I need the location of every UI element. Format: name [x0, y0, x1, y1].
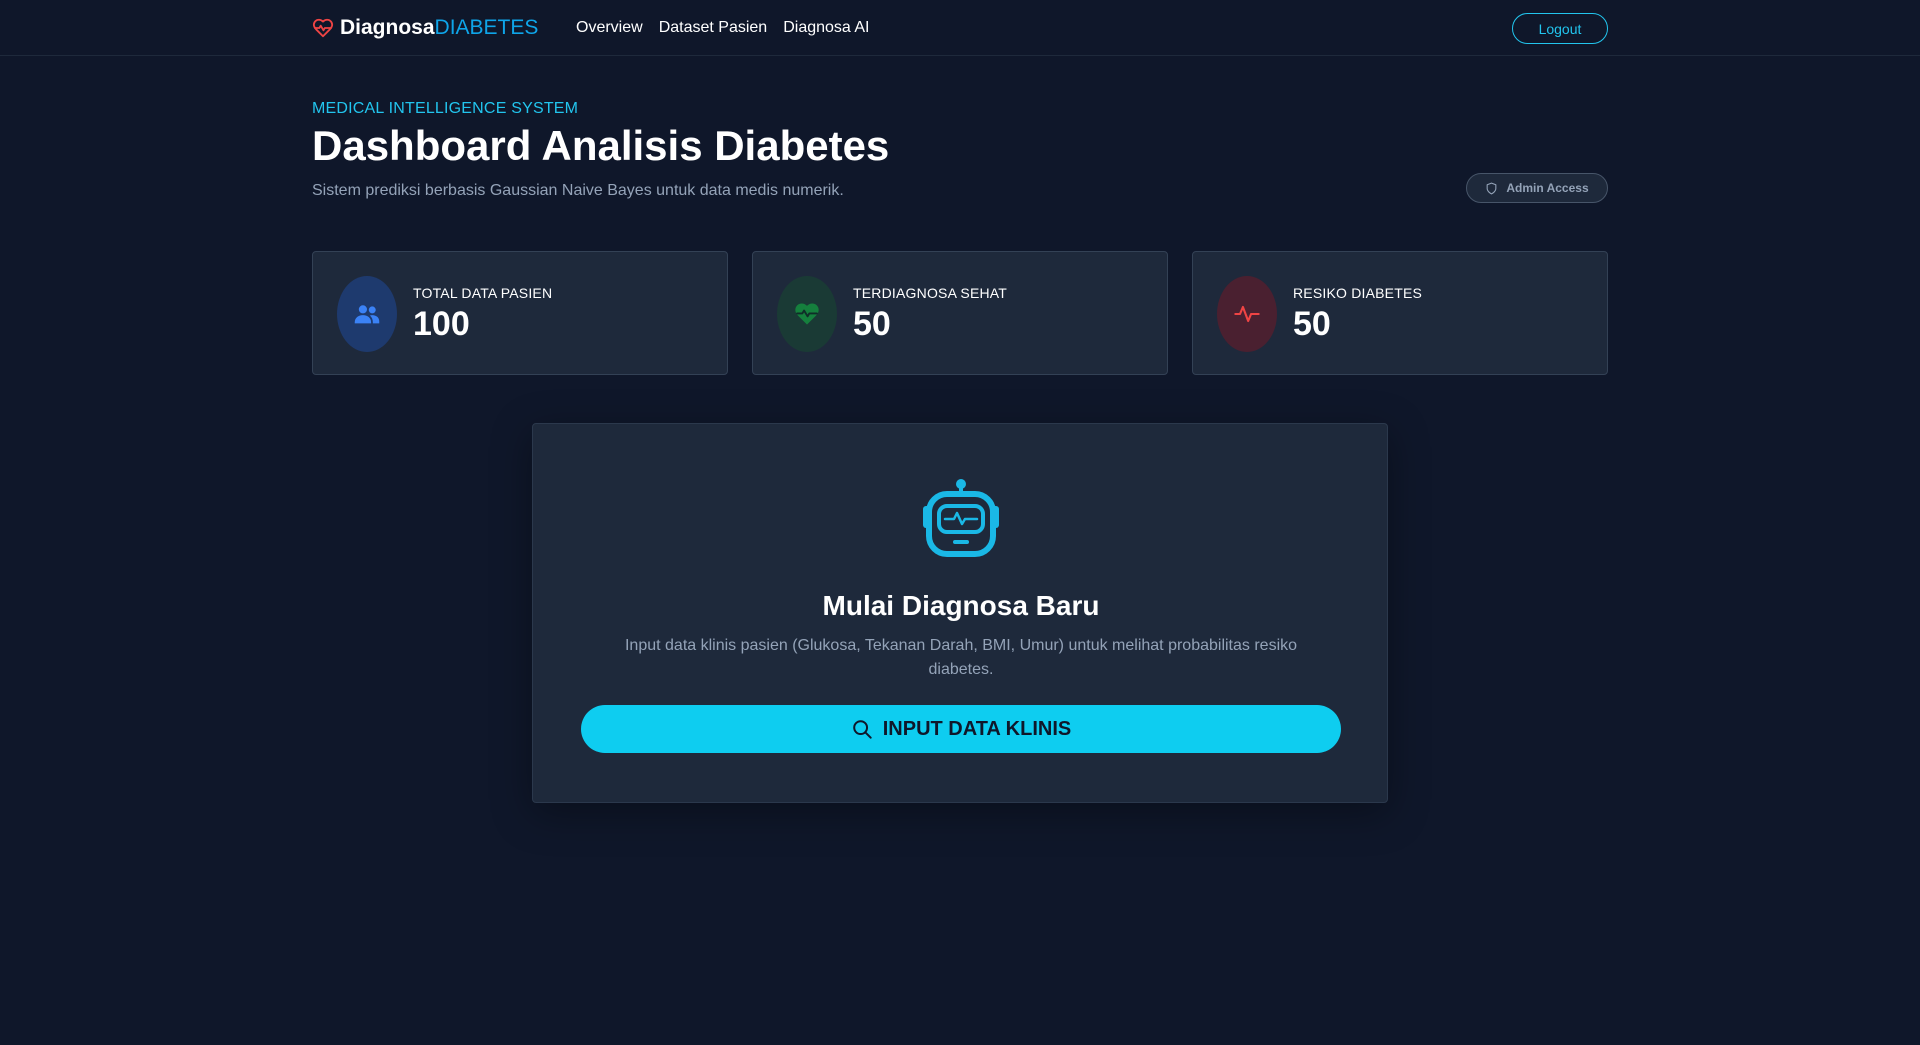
heart-pulse-icon: [795, 303, 819, 325]
page-title: Dashboard Analisis Diabetes: [312, 122, 890, 169]
stat-icon-wrap: [777, 276, 837, 352]
stat-card-total-pasien: TOTAL DATA PASIEN 100: [312, 251, 728, 375]
stat-label: TERDIAGNOSA SEHAT: [853, 285, 1008, 301]
users-icon: [354, 305, 380, 324]
logout-button[interactable]: Logout: [1512, 13, 1608, 44]
input-data-klinis-label: INPUT DATA KLINIS: [882, 717, 1072, 740]
search-icon: [852, 720, 872, 739]
page-eyebrow: MEDICAL INTELLIGENCE SYSTEM: [312, 100, 579, 117]
stat-label: TOTAL DATA PASIEN: [413, 285, 553, 301]
navbar: Diagnosa DIABETES Overview Dataset Pasie…: [0, 0, 1920, 56]
brand-name: Diagnosa: [340, 16, 435, 39]
stat-value: 50: [1293, 305, 1331, 343]
heart-pulse-icon: [312, 18, 334, 38]
stat-card-terdiagnosa-sehat: TERDIAGNOSA SEHAT 50: [752, 251, 1168, 375]
brand-logo[interactable]: Diagnosa DIABETES: [312, 16, 538, 40]
diagnosa-card: Mulai Diagnosa Baru Input data klinis pa…: [532, 423, 1388, 803]
nav-link-dataset-pasien[interactable]: Dataset Pasien: [659, 17, 768, 39]
diagnosa-title: Mulai Diagnosa Baru: [822, 590, 1100, 621]
stat-label: RESIKO DIABETES: [1293, 285, 1423, 301]
activity-icon: [1234, 305, 1260, 323]
robot-icon: [923, 479, 999, 557]
nav-link-diagnosa-ai[interactable]: Diagnosa AI: [783, 17, 869, 39]
stat-card-resiko-diabetes: RESIKO DIABETES 50: [1192, 251, 1608, 375]
stat-value: 100: [413, 305, 470, 343]
input-data-klinis-button[interactable]: INPUT DATA KLINIS: [581, 705, 1341, 753]
shield-icon: [1486, 182, 1497, 194]
stat-icon-wrap: [337, 276, 397, 352]
nav-link-overview[interactable]: Overview: [576, 17, 643, 39]
stat-icon-wrap: [1217, 276, 1277, 352]
admin-badge-label: Admin Access: [1506, 181, 1589, 195]
diagnosa-description: Input data klinis pasien (Glukosa, Tekan…: [624, 637, 1298, 678]
nav-links: Overview Dataset Pasien Diagnosa AI: [576, 17, 869, 39]
admin-access-badge: Admin Access: [1466, 173, 1608, 203]
page-subtitle: Sistem prediksi berbasis Gaussian Naive …: [312, 182, 844, 199]
brand-name-accent: DIABETES: [434, 16, 539, 39]
stat-value: 50: [853, 305, 891, 343]
